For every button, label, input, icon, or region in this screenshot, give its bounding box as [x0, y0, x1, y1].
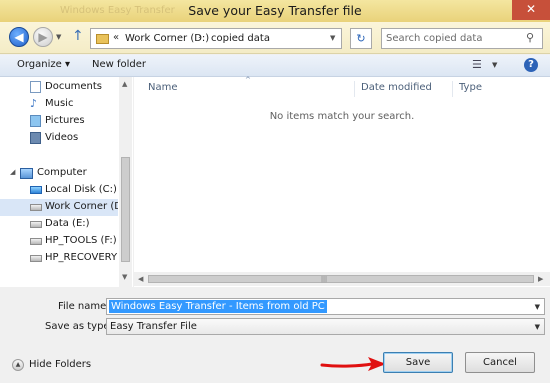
- scroll-left-icon[interactable]: ◀: [138, 275, 143, 283]
- sidebar-item-label: HP_RECOVERY (H: [45, 252, 118, 263]
- breadcrumb-overflow-icon[interactable]: «: [113, 32, 119, 43]
- sidebar-item-work-corner-d[interactable]: Work Corner (D:): [0, 199, 118, 216]
- views-dropdown-icon[interactable]: ▼: [492, 61, 497, 69]
- file-name-label: File name:: [58, 301, 110, 312]
- file-list-pane: ^ Name Date modified Type No items match…: [134, 76, 550, 287]
- navigation-bar: ◀ ▶ ▼ ↑ « Work Corner (D:) › copied data…: [0, 22, 550, 54]
- sidebar-item-music[interactable]: ♪ Music: [0, 96, 118, 113]
- drive-icon: [30, 221, 42, 228]
- file-name-field[interactable]: Windows Easy Transfer - Items from old P…: [106, 298, 545, 315]
- search-box[interactable]: ⚲: [381, 28, 543, 49]
- sidebar-item-label: Data (E:): [45, 218, 90, 229]
- save-dialog: Windows Easy Transfer Save your Easy Tra…: [0, 0, 550, 383]
- sidebar-item-local-disk-c[interactable]: Local Disk (C:): [0, 182, 118, 199]
- hide-folders-label[interactable]: Hide Folders: [29, 359, 91, 370]
- sidebar-item-hp-recovery-h[interactable]: HP_RECOVERY (H: [0, 250, 118, 267]
- address-dropdown-icon[interactable]: ▼: [330, 34, 335, 42]
- expand-chevron-icon[interactable]: ◢: [10, 168, 15, 176]
- sidebar-item-hp-tools-f[interactable]: HP_TOOLS (F:): [0, 233, 118, 250]
- sidebar-item-pictures[interactable]: Pictures: [0, 113, 118, 130]
- back-button[interactable]: ◀: [9, 27, 29, 47]
- sidebar-item-label: Videos: [45, 132, 79, 143]
- command-toolbar: Organize ▾ New folder ☰ ▼ ?: [0, 55, 550, 77]
- search-icon[interactable]: ⚲: [526, 31, 534, 44]
- views-icon[interactable]: ☰: [472, 58, 482, 71]
- sidebar-item-label: Pictures: [45, 115, 85, 126]
- file-name-dropdown-icon[interactable]: ▼: [535, 303, 540, 311]
- up-folder-button[interactable]: ↑: [72, 29, 84, 43]
- save-button[interactable]: Save: [383, 352, 453, 373]
- music-icon: ♪: [30, 97, 38, 110]
- breadcrumb-copied-data[interactable]: copied data: [211, 33, 270, 44]
- windows-drive-icon: [30, 186, 42, 194]
- red-arrow-annotation-icon: [320, 357, 386, 371]
- sidebar-item-label: Computer: [37, 167, 87, 178]
- scroll-right-icon[interactable]: ▶: [538, 275, 543, 283]
- sidebar-item-computer[interactable]: ◢ Computer: [0, 165, 118, 182]
- folder-icon: [96, 34, 109, 44]
- title-bar[interactable]: Windows Easy Transfer Save your Easy Tra…: [0, 0, 550, 22]
- new-folder-button[interactable]: New folder: [92, 59, 146, 70]
- cancel-button[interactable]: Cancel: [465, 352, 535, 373]
- file-name-value[interactable]: Windows Easy Transfer - Items from old P…: [109, 300, 327, 313]
- sidebar-item-label: Documents: [45, 81, 103, 92]
- sidebar-item-label: Local Disk (C:): [45, 184, 117, 195]
- computer-icon: [20, 168, 33, 179]
- grip-icon: |||: [321, 276, 328, 283]
- column-header-type[interactable]: Type: [459, 82, 482, 93]
- save-as-type-label: Save as type:: [45, 321, 113, 332]
- column-divider[interactable]: [354, 81, 355, 97]
- sort-caret-icon: ^: [245, 76, 251, 84]
- sidebar-item-documents[interactable]: Documents: [0, 79, 118, 96]
- save-as-type-dropdown-icon[interactable]: ▼: [535, 323, 540, 331]
- sidebar-item-data-e[interactable]: Data (E:): [0, 216, 118, 233]
- scroll-up-icon[interactable]: ▲: [122, 80, 127, 88]
- breadcrumb-work-corner[interactable]: Work Corner (D:): [125, 33, 209, 44]
- drive-icon: [30, 204, 42, 211]
- refresh-button[interactable]: ↻: [350, 28, 372, 49]
- file-list-horizontal-scrollbar[interactable]: ◀ ||| ▶: [134, 272, 550, 286]
- organize-button[interactable]: Organize ▾: [17, 59, 70, 70]
- videos-icon: [30, 132, 41, 144]
- recent-locations-dropdown-icon[interactable]: ▼: [56, 33, 61, 41]
- column-header-date-modified[interactable]: Date modified: [361, 82, 432, 93]
- scroll-down-icon[interactable]: ▼: [122, 273, 127, 281]
- column-header-name[interactable]: Name: [148, 82, 178, 93]
- drive-icon: [30, 255, 42, 262]
- empty-list-message: No items match your search.: [269, 111, 415, 122]
- navigation-pane: Documents ♪ Music Pictures Videos ◢ Comp…: [0, 77, 133, 287]
- horizontal-scroll-thumb[interactable]: |||: [148, 275, 534, 283]
- document-icon: [30, 81, 41, 93]
- save-as-type-value: Easy Transfer File: [110, 321, 197, 332]
- sidebar-item-label: HP_TOOLS (F:): [45, 235, 117, 246]
- dialog-title: Save your Easy Transfer file: [188, 3, 362, 18]
- sidebar-item-label: Music: [45, 98, 74, 109]
- drive-icon: [30, 238, 42, 245]
- save-as-type-select[interactable]: Easy Transfer File ▼: [106, 318, 545, 335]
- search-input[interactable]: [386, 31, 522, 46]
- breadcrumb-separator-icon[interactable]: ›: [198, 32, 202, 42]
- sidebar-item-videos[interactable]: Videos: [0, 130, 118, 147]
- pictures-icon: [30, 115, 41, 127]
- column-divider[interactable]: [452, 81, 453, 97]
- sidebar-item-label: Work Corner (D:): [45, 201, 118, 212]
- chevron-up-icon[interactable]: ▲: [12, 359, 24, 371]
- sidebar-scrollbar[interactable]: ▲ ▼: [119, 77, 132, 287]
- address-bar[interactable]: « Work Corner (D:) › copied data ▼: [90, 28, 342, 49]
- help-icon[interactable]: ?: [524, 58, 538, 72]
- close-button[interactable]: ✕: [512, 0, 550, 20]
- forward-button[interactable]: ▶: [33, 27, 53, 47]
- sidebar-scroll-thumb[interactable]: [121, 157, 130, 262]
